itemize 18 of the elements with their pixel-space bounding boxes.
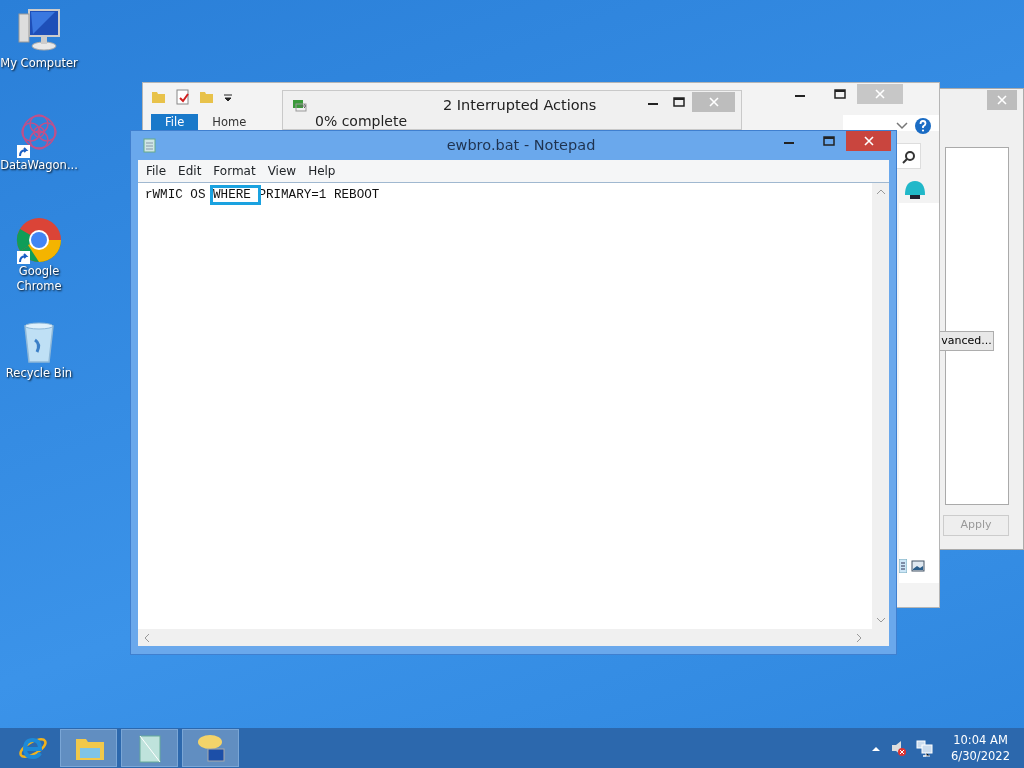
clock-time: 10:04 AM (952, 732, 1009, 748)
desktop-shortcut[interactable]: Google Chrome (0, 216, 78, 294)
menu-item[interactable]: Help (302, 162, 342, 180)
text-line: rWMIC OS WHERE PRIMARY=1 REBOOT (145, 186, 380, 205)
desktop-shortcut[interactable]: My Computer (0, 8, 78, 71)
menu-item[interactable]: View (261, 162, 303, 180)
window-title: 2 Interrupted Actions (443, 96, 597, 115)
window-title: ewbro.bat - Notepad (445, 135, 597, 155)
clock-date: 6/30/2022 (951, 748, 1010, 764)
advanced-button[interactable]: vanced... (939, 331, 994, 351)
progress-text: 0% complete (315, 113, 408, 129)
desktop-shortcut[interactable]: Recycle Bin (0, 318, 78, 381)
ribbon-tab[interactable]: Home (198, 114, 261, 131)
desktop-shortcut[interactable]: DataWagon... (0, 110, 78, 173)
menu-item[interactable]: Format (207, 162, 262, 180)
menu-item[interactable]: File (140, 162, 173, 180)
text-area[interactable]: rWMIC OS WHERE PRIMARY=1 REBOOT (138, 182, 889, 646)
menu-item[interactable]: Edit (172, 162, 208, 180)
